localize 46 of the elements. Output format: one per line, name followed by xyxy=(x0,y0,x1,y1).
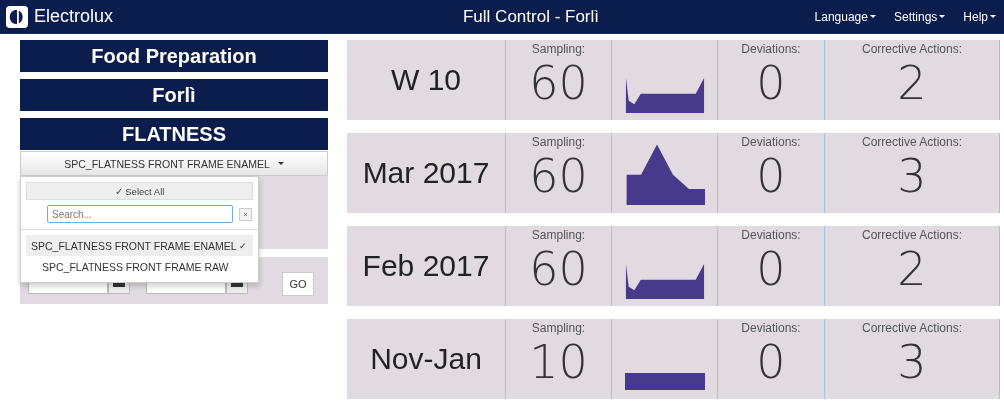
stat-value: 60 xyxy=(529,242,588,296)
stat-value: 0 xyxy=(756,335,786,389)
stat-value: 60 xyxy=(529,149,588,203)
dropdown-option[interactable]: SPC_FLATNESS FRONT FRAME ENAMEL ✓ xyxy=(26,235,253,256)
select-all-button[interactable]: ✓ Select All xyxy=(26,182,253,200)
stat-label: Deviations: xyxy=(741,135,801,149)
dropdown-option[interactable]: SPC_FLATNESS FRONT FRAME RAW xyxy=(26,256,253,277)
stat-label: Sampling: xyxy=(531,42,586,56)
stat-value: 2 xyxy=(897,56,927,110)
check-mark: ✓ xyxy=(239,240,247,251)
menu-link[interactable]: Language xyxy=(814,9,876,24)
period-label: Mar 2017 xyxy=(362,156,490,190)
menu-link[interactable]: Help xyxy=(963,9,996,24)
stat-value: 0 xyxy=(756,149,786,203)
stat-label: Deviations: xyxy=(741,228,801,242)
stat-label: Corrective Actions: xyxy=(861,135,962,149)
stat-value: 2 xyxy=(897,242,927,296)
stat-value: 0 xyxy=(756,56,786,110)
stat-label: Sampling: xyxy=(531,135,586,149)
search-field[interactable]: Search... xyxy=(47,205,233,223)
stat-value: 0 xyxy=(756,242,786,296)
stat-label: Corrective Actions: xyxy=(861,321,962,335)
period-label: Feb 2017 xyxy=(362,249,490,283)
stat-label: Deviations: xyxy=(741,321,801,335)
section-heading: FLATNESS xyxy=(20,118,328,150)
option-label: SPC_FLATNESS FRONT FRAME RAW xyxy=(42,260,230,273)
stat-label: Sampling: xyxy=(531,228,586,242)
menu-link[interactable]: Settings xyxy=(893,9,946,24)
stat-label: Deviations: xyxy=(741,42,801,56)
stat-label: Corrective Actions: xyxy=(861,42,962,56)
page-title: Full Control - Forlì xyxy=(462,6,600,27)
section-heading: Forlì xyxy=(20,79,328,111)
stat-value: 3 xyxy=(897,335,927,389)
section-heading: Food Preparation xyxy=(20,40,328,72)
stat-value: 60 xyxy=(529,56,588,110)
period-label: W 10 xyxy=(391,63,461,97)
stat-label: Sampling: xyxy=(531,321,586,335)
stat-value: 3 xyxy=(897,149,927,203)
option-label: SPC_FLATNESS FRONT FRAME ENAMEL xyxy=(31,239,238,252)
stat-value: 10 xyxy=(529,335,588,389)
go-button[interactable]: GO xyxy=(282,272,314,296)
dropdown-button[interactable]: SPC_FLATNESS FRONT FRAME ENAMEL xyxy=(20,151,328,176)
logo-icon xyxy=(6,5,28,28)
stat-label: Corrective Actions: xyxy=(861,228,962,242)
brand-name[interactable]: Electrolux xyxy=(34,6,114,27)
period-label: Nov-Jan xyxy=(370,342,482,376)
